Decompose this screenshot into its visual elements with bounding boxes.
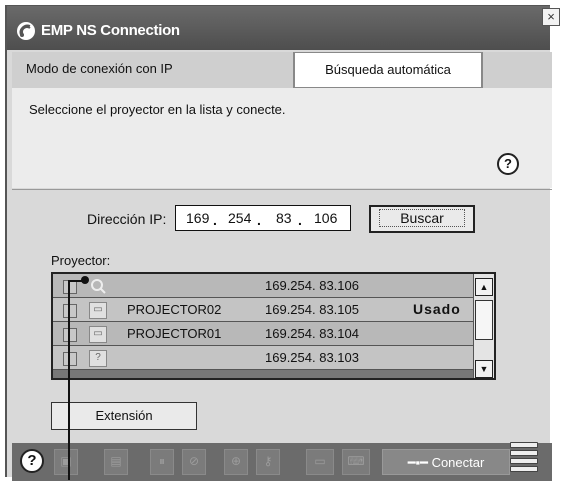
list-scrollbar[interactable]: ▲ ▼: [473, 274, 494, 378]
ip-octet-1[interactable]: 169: [186, 210, 209, 226]
projector-row[interactable]: ▭ PROJECTOR02 169.254. 83.105 Usado: [53, 298, 473, 322]
search-projector-icon: [91, 279, 106, 294]
unknown-projector-icon: ?: [89, 350, 107, 367]
row-checkbox[interactable]: [63, 328, 77, 342]
scroll-up-icon[interactable]: ▲: [475, 278, 493, 296]
grip-bar: [510, 442, 538, 448]
key-icon[interactable]: ⚷: [256, 449, 280, 475]
projector-ip: 169.254. 83.105: [265, 302, 359, 317]
window-grip-icon[interactable]: [510, 442, 538, 472]
scroll-down-icon[interactable]: ▼: [475, 360, 493, 378]
projector-name: PROJECTOR02: [127, 302, 222, 317]
window-title: EMP NS Connection: [41, 22, 180, 39]
projector-row[interactable]: 169.254. 83.106: [53, 274, 473, 298]
document-icon[interactable]: ▤: [104, 449, 128, 475]
projector-icon: ▭: [89, 326, 107, 343]
help-icon[interactable]: ?: [497, 153, 519, 175]
ip-octet-2[interactable]: 254: [228, 210, 251, 226]
connect-label: Conectar: [431, 455, 485, 470]
plug-icon: ━▪━: [407, 455, 432, 470]
ip-octet-3[interactable]: 83: [276, 210, 292, 226]
grip-bar: [510, 466, 538, 472]
scroll-thumb[interactable]: [475, 300, 493, 340]
pause-icon[interactable]: ⏸: [150, 449, 174, 475]
help-icon[interactable]: ?: [20, 449, 44, 473]
title-bar[interactable]: EMP NS Connection: [7, 6, 550, 50]
projector-icon: ▭: [89, 302, 107, 319]
projector-row[interactable]: ? 169.254. 83.103: [53, 346, 473, 370]
projector-name: PROJECTOR01: [127, 326, 222, 341]
grip-bar: [510, 450, 538, 456]
tab-strip-filler: [482, 52, 552, 88]
search-button[interactable]: Buscar: [369, 205, 475, 233]
projector-ip: 169.254. 83.104: [265, 326, 359, 341]
projector-ip: 169.254. 83.103: [265, 350, 359, 365]
status-badge: Usado: [413, 301, 461, 317]
callout-dot: [81, 276, 89, 284]
monitor-icon[interactable]: ▭: [306, 449, 334, 475]
callout-line: [68, 280, 70, 480]
ip-address-label: Dirección IP:: [87, 211, 167, 227]
projector-row[interactable]: ▭ PROJECTOR01 169.254. 83.104: [53, 322, 473, 346]
grip-bar: [510, 458, 538, 464]
info-area: Seleccione el proyector en la lista y co…: [12, 88, 552, 188]
row-checkbox[interactable]: [63, 352, 77, 366]
keyboard-icon[interactable]: ⌨: [342, 449, 370, 475]
projector-ip: 169.254. 83.106: [265, 278, 359, 293]
close-icon[interactable]: ×: [542, 8, 560, 26]
connection-mode-tabs: Modo de conexión con IP Búsqueda automát…: [12, 52, 552, 88]
extension-button[interactable]: Extensión: [51, 402, 197, 430]
connect-button[interactable]: ━▪━ Conectar: [382, 449, 510, 475]
ip-separator: .: [257, 212, 261, 228]
row-checkbox[interactable]: [63, 304, 77, 318]
tab-ip-connection-mode[interactable]: Modo de conexión con IP: [12, 52, 294, 88]
instruction-text: Seleccione el proyector en la lista y co…: [29, 102, 286, 117]
ip-separator: .: [298, 212, 302, 228]
ip-separator: .: [213, 212, 217, 228]
ip-octet-4[interactable]: 106: [314, 210, 337, 226]
bottom-toolbar: ? ▣ ▤ ⏸ ⊘ ⊕ ⚷ ▭ ⌨ ━▪━ Conectar: [12, 443, 552, 481]
search-button-label: Buscar: [379, 209, 465, 227]
tab-automatic-search[interactable]: Búsqueda automática: [294, 52, 482, 88]
ip-address-field[interactable]: 169 . 254 . 83 . 106: [175, 205, 351, 231]
app-window: EMP NS Connection Modo de conexión con I…: [5, 5, 552, 481]
zoom-icon[interactable]: ⊕: [224, 449, 248, 475]
display-icon[interactable]: ▣: [54, 449, 78, 475]
projector-list-label: Proyector:: [51, 253, 111, 268]
divider: [12, 189, 552, 190]
no-display-icon[interactable]: ⊘: [182, 449, 206, 475]
network-icon: [17, 22, 35, 40]
row-checkbox[interactable]: [63, 280, 77, 294]
projector-list[interactable]: 169.254. 83.106 ▭ PROJECTOR02 169.254. 8…: [51, 272, 496, 380]
